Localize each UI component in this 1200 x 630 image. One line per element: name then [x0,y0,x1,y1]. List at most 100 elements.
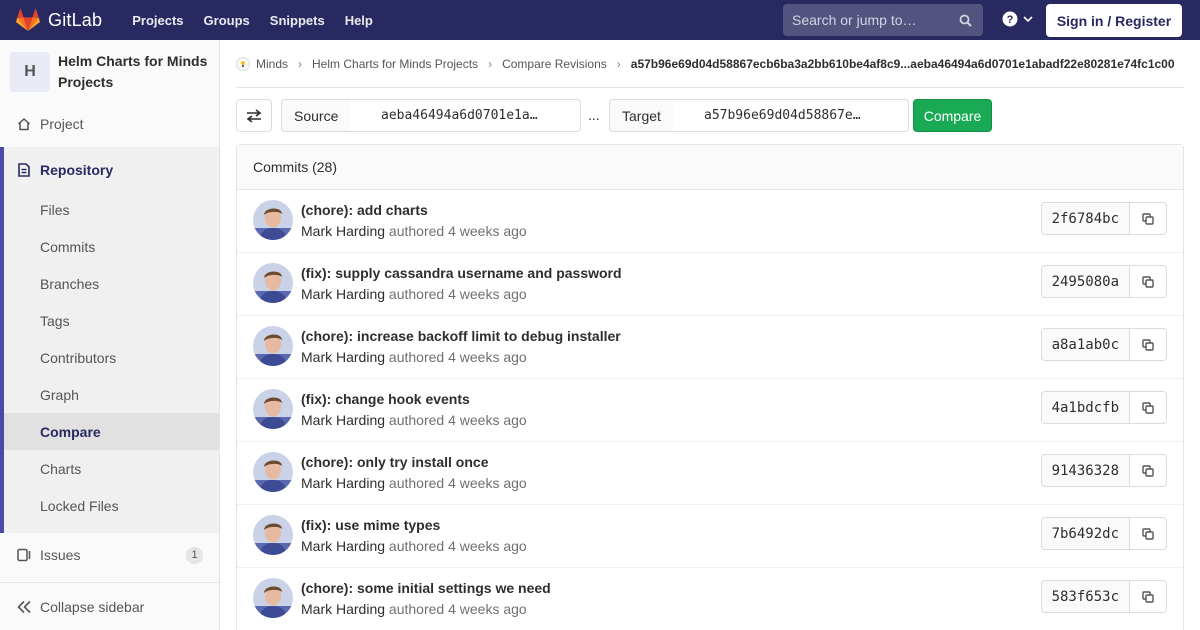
copy-sha-button[interactable] [1130,391,1167,424]
breadcrumb-item-project[interactable]: Helm Charts for Minds Projects [312,57,478,71]
nav-snippets-link[interactable]: Snippets [270,13,325,28]
nav-help-link[interactable]: Help [345,13,373,28]
sidebar-item-repository[interactable]: Repository [4,147,219,192]
copy-icon [1142,527,1154,540]
compare-button[interactable]: Compare [913,99,992,132]
nav-groups-link[interactable]: Groups [204,13,250,28]
chevron-right-icon: › [488,56,493,71]
commit-row: (fix): change hook events Mark Harding a… [237,379,1183,442]
commit-time: 4 weeks ago [448,286,527,302]
copy-icon [1142,212,1154,225]
commit-title[interactable]: (fix): change hook events [301,391,470,407]
commit-author[interactable]: Mark Harding [301,475,385,491]
breadcrumb: Minds › Helm Charts for Minds Projects ›… [236,40,1184,88]
sidebar-item-compare[interactable]: Compare [4,413,219,450]
sidebar-item-files[interactable]: Files [4,191,219,228]
sidebar-item-locked-files[interactable]: Locked Files [4,487,219,524]
sidebar-item-branches[interactable]: Branches [4,265,219,302]
sidebar-item-charts[interactable]: Charts [4,450,219,487]
commit-authored-label: authored [388,286,445,302]
gitlab-logo[interactable]: GitLab [16,9,102,31]
sidebar-item-tags[interactable]: Tags [4,302,219,339]
copy-icon [1142,338,1154,351]
commit-row: (fix): supply cassandra username and pas… [237,253,1183,316]
commit-authored-label: authored [388,601,445,617]
commit-row: (chore): some initial settings we need M… [237,568,1183,630]
commit-authored-label: authored [388,412,445,428]
sign-in-button[interactable]: Sign in / Register [1046,4,1182,37]
sidebar-item-graph[interactable]: Graph [4,376,219,413]
commit-title[interactable]: (chore): increase backoff limit to debug… [301,328,621,344]
source-revision-dropdown[interactable]: aeba46494a6d0701e1a… [350,99,581,132]
commit-title[interactable]: (chore): add charts [301,202,428,218]
author-avatar[interactable] [253,452,293,492]
commit-author[interactable]: Mark Harding [301,538,385,554]
commit-title[interactable]: (fix): supply cassandra username and pas… [301,265,622,281]
question-icon: ? [1002,11,1018,27]
breadcrumb-current[interactable]: a57b96e69d04d58867ecb6ba3a2bb610be4af8c9… [631,57,1175,71]
home-icon [16,116,32,132]
commit-list: (chore): add charts Mark Harding authore… [237,190,1183,630]
target-revision-dropdown[interactable]: a57b96e69d04d58867e… [673,99,909,132]
commit-sha-group: 7b6492dc [1040,517,1167,550]
search-input[interactable]: Search or jump to… [783,4,983,36]
commit-sha-button[interactable]: 583f653c [1040,580,1130,613]
author-avatar[interactable] [253,263,293,303]
compare-separator: ... [588,107,600,123]
author-avatar[interactable] [253,515,293,555]
chevron-down-icon [1023,16,1033,23]
commit-sha-button[interactable]: 91436328 [1040,454,1130,487]
commits-header: Commits (28) [237,145,1183,190]
copy-sha-button[interactable] [1130,454,1167,487]
commit-author[interactable]: Mark Harding [301,223,385,239]
commit-title[interactable]: (chore): some initial settings we need [301,580,551,596]
commit-author[interactable]: Mark Harding [301,412,385,428]
copy-icon [1142,464,1154,477]
commit-sha-button[interactable]: a8a1ab0c [1040,328,1130,361]
copy-sha-button[interactable] [1130,328,1167,361]
swap-revisions-button[interactable] [236,99,272,132]
sidebar-item-commits[interactable]: Commits [4,228,219,265]
commit-sha-button[interactable]: 2f6784bc [1040,202,1130,235]
nav-links: Projects Groups Snippets Help [132,13,393,28]
source-label: Source [281,99,351,132]
breadcrumb-item-minds[interactable]: Minds [236,56,288,71]
sidebar-item-contributors[interactable]: Contributors [4,339,219,376]
sidebar-project-header[interactable]: H Helm Charts for Minds Projects [0,40,219,102]
sidebar-item-issues[interactable]: Issues 1 [0,537,219,573]
breadcrumb-item-compare[interactable]: Compare Revisions [502,57,607,71]
commit-sha-button[interactable]: 4a1bdcfb [1040,391,1130,424]
commit-meta: Mark Harding authored 4 weeks ago [301,601,527,617]
commit-meta: Mark Harding authored 4 weeks ago [301,412,527,428]
copy-sha-button[interactable] [1130,580,1167,613]
doc-icon [16,162,32,178]
collapse-sidebar-button[interactable]: Collapse sidebar [0,582,219,630]
help-dropdown[interactable]: ? [1002,11,1034,27]
commit-row: (chore): add charts Mark Harding authore… [237,190,1183,253]
commit-author[interactable]: Mark Harding [301,601,385,617]
commit-time: 4 weeks ago [448,223,527,239]
author-avatar[interactable] [253,578,293,618]
copy-sha-button[interactable] [1130,202,1167,235]
commit-authored-label: authored [388,538,445,554]
sidebar-item-project[interactable]: Project [0,106,219,142]
commit-authored-label: authored [388,223,445,239]
commit-title[interactable]: (chore): only try install once [301,454,488,470]
commit-time: 4 weeks ago [448,601,527,617]
commits-panel: Commits (28) (chore): add charts Mark Ha… [236,144,1184,630]
commit-author[interactable]: Mark Harding [301,286,385,302]
commit-sha-button[interactable]: 7b6492dc [1040,517,1130,550]
top-navbar: GitLab Projects Groups Snippets Help Sea… [0,0,1200,40]
commit-author[interactable]: Mark Harding [301,349,385,365]
commit-sha-button[interactable]: 2495080a [1040,265,1130,298]
author-avatar[interactable] [253,326,293,366]
commit-title[interactable]: (fix): use mime types [301,517,440,533]
target-label: Target [609,99,674,132]
author-avatar[interactable] [253,389,293,429]
copy-sha-button[interactable] [1130,265,1167,298]
author-avatar[interactable] [253,200,293,240]
commit-time: 4 weeks ago [448,475,527,491]
copy-sha-button[interactable] [1130,517,1167,550]
commit-meta: Mark Harding authored 4 weeks ago [301,286,527,302]
nav-projects-link[interactable]: Projects [132,13,183,28]
